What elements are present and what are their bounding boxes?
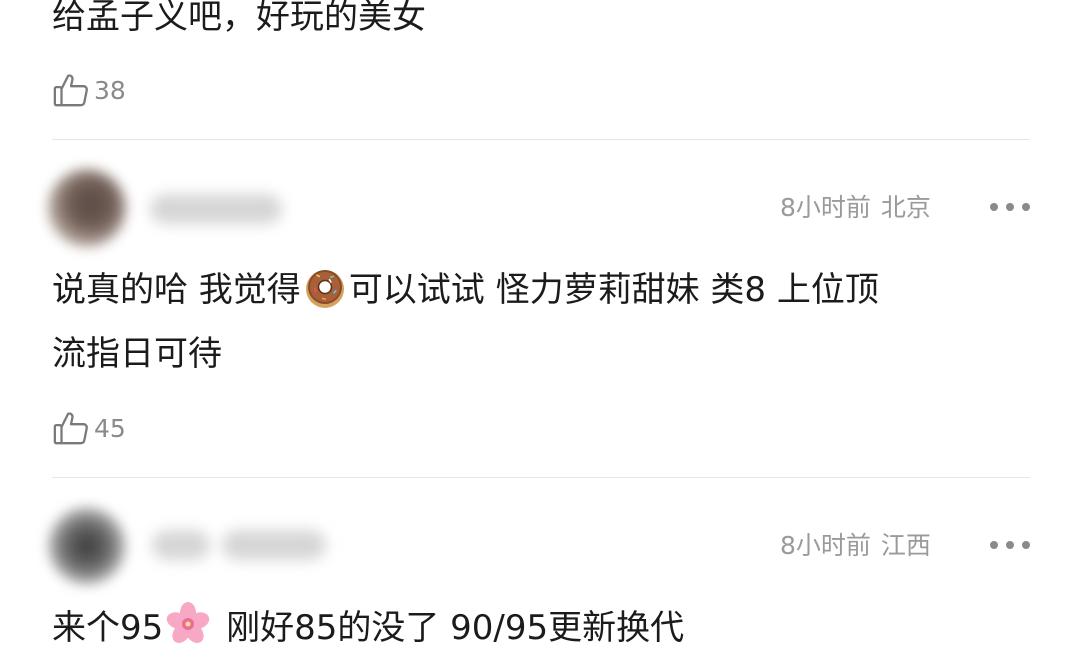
comment-meta: 8小时前 江西 xyxy=(780,528,931,564)
thumbs-up-icon xyxy=(52,71,90,109)
comment-meta: 8小时前 北京 xyxy=(780,190,931,226)
comment-3-text-a: 来个95 xyxy=(52,608,164,648)
comment-1-text: 给孟子义吧，好玩的美女 xyxy=(52,0,426,37)
donut-emoji xyxy=(303,265,347,309)
avatar[interactable] xyxy=(48,169,126,247)
comment-2-text-b: 可以试试 怪力萝莉甜妹 类8 上位顶 xyxy=(348,270,879,310)
divider xyxy=(52,477,1030,478)
comment-time: 8小时前 xyxy=(780,531,871,560)
comment-time: 8小时前 xyxy=(780,193,871,222)
username-blurred[interactable] xyxy=(152,530,210,560)
comment-3-text: 来个95 刚好85的没了 90/95更新换代 xyxy=(52,597,684,659)
comment-location: 北京 xyxy=(880,193,931,222)
like-count: 45 xyxy=(94,413,126,443)
comment-2-text-line2: 流指日可待 xyxy=(52,334,222,374)
comment-2-text: 说真的哈 我觉得 可以试试 怪力萝莉甜妹 类8 上位顶 xyxy=(52,259,879,321)
thumbs-up-icon xyxy=(52,409,90,447)
comment-2-like-button[interactable]: 45 xyxy=(52,408,126,448)
username-blurred[interactable] xyxy=(150,194,282,224)
more-dots-icon[interactable] xyxy=(990,538,1030,552)
divider xyxy=(52,139,1030,140)
cherry-blossom-emoji xyxy=(165,601,211,647)
avatar[interactable] xyxy=(48,507,126,585)
username-blurred[interactable] xyxy=(222,530,326,560)
comment-3-text-b: 刚好85的没了 90/95更新换代 xyxy=(215,608,685,648)
comment-1-like-button[interactable]: 38 xyxy=(52,70,126,110)
comment-location: 江西 xyxy=(880,531,931,560)
like-count: 38 xyxy=(94,75,126,105)
more-dots-icon[interactable] xyxy=(990,200,1030,214)
comment-2-text-a: 说真的哈 我觉得 xyxy=(52,270,301,310)
